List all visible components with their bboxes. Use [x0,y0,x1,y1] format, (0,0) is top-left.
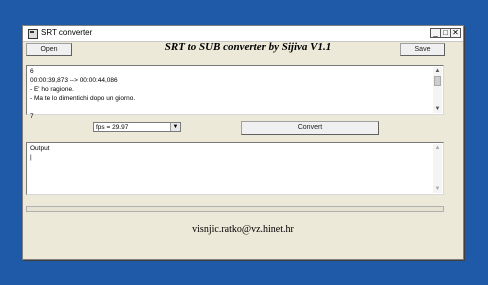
save-button[interactable]: Save [400,43,445,56]
window-title: SRT converter [41,28,93,37]
convert-button[interactable]: Convert [241,121,379,135]
scroll-down-icon[interactable]: ▼ [433,185,442,193]
fps-select-value: fps = 29.97 [96,124,129,131]
fps-select[interactable]: fps = 29.97 ▼ [93,122,181,132]
srt-input-text: 6 00:00:39,873 --> 00:00:44,086 - E' ho … [30,68,136,120]
output-text: Output | [30,145,50,161]
app-heading: SRT to SUB converter by Sijiva V1.1 [164,41,332,53]
author-email: visnjic.ratko@vz.hinet.hr [192,224,294,235]
input-scrollbar[interactable]: ▲ ▼ [433,67,442,113]
close-button[interactable]: ✕ [450,28,461,38]
scroll-up-icon[interactable]: ▲ [433,67,442,75]
scroll-down-icon[interactable]: ▼ [433,105,442,113]
srt-converter-window: SRT converter _ □ ✕ Open SRT to SUB conv… [22,25,464,260]
scroll-up-icon[interactable]: ▲ [433,144,442,152]
app-window-icon [28,29,38,39]
output-scrollbar[interactable]: ▲ ▼ [433,144,442,193]
title-bar[interactable]: SRT converter _ □ ✕ [23,26,463,42]
output-textarea[interactable]: Output | ▲ ▼ [26,142,444,195]
open-button[interactable]: Open [26,43,72,56]
srt-input-textarea[interactable]: 6 00:00:39,873 --> 00:00:44,086 - E' ho … [26,65,444,120]
progress-bar [26,206,444,212]
scroll-thumb[interactable] [434,76,441,86]
chevron-down-icon[interactable]: ▼ [170,123,180,131]
